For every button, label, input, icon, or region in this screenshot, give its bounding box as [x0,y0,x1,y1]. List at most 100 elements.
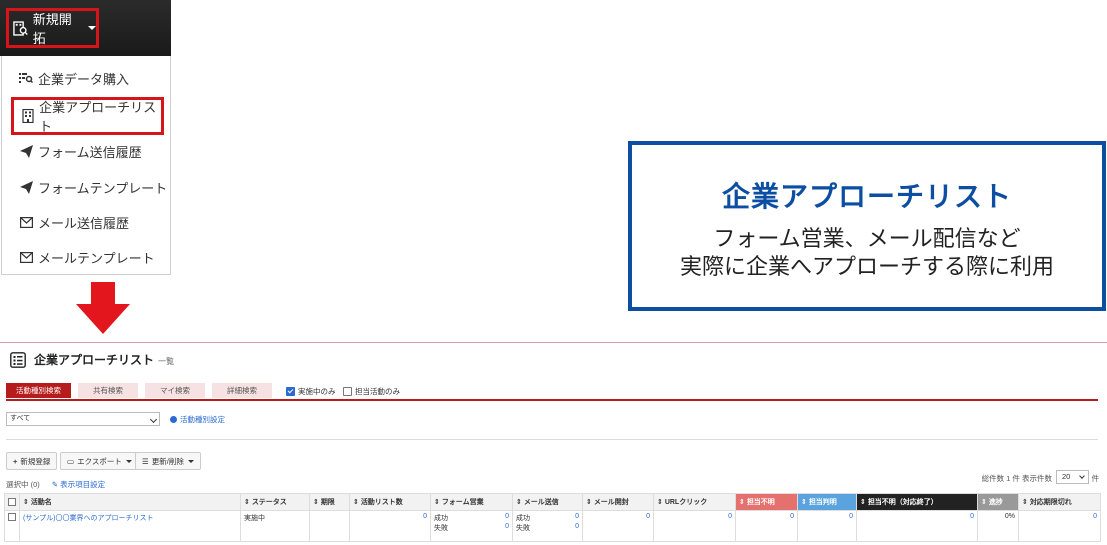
select-value: すべて [10,415,31,422]
building-search-icon [13,20,28,36]
total-count-text: 総件数 1 件 表示件数 [981,474,1052,483]
page-title: 企業アプローチリスト [34,353,155,367]
unknown-closed-cell[interactable]: 0 [856,510,978,542]
menu-item-company-data-purchase[interactable]: 企業データ購入 [2,60,170,96]
list-search-icon [19,71,33,85]
menu-item-mail-template[interactable]: メールテンプレート [2,239,170,275]
checkbox-label: 実施中のみ [298,387,336,396]
dropdown-menu: 企業データ購入 企業アプローチリスト フォーム送信履歴 フォームテンプレート メ… [1,56,171,275]
callout-line: フォーム営業、メール配信など [713,226,1021,251]
row-checkbox[interactable] [4,510,20,542]
link-label: 活動種別設定 [180,415,225,424]
gear-icon [170,416,177,423]
divider [6,439,1098,440]
down-arrow-icon [76,282,130,334]
column-header[interactable]: ⇕ フォーム営業 [430,493,513,511]
checkbox-icon [343,387,352,396]
column-header[interactable]: ⇕ 期限 [309,493,350,511]
page-subtitle: 一覧 [158,356,175,366]
new-register-button[interactable]: + 新規登録 [6,452,58,470]
menu-item-label: フォーム送信履歴 [38,144,142,160]
button-label: 更新/削除 [151,456,184,466]
caret-down-icon [88,26,96,30]
activity-type-settings-link[interactable]: 活動種別設定 [170,414,225,425]
column-header[interactable]: ⇕ メール送信 [512,493,583,511]
menu-item-label: メール送信履歴 [38,215,130,231]
mine-only-checkbox[interactable]: 担当活動のみ [343,386,400,397]
column-header[interactable]: ⇕ 活動名 [19,493,241,511]
send-icon [19,180,33,194]
approach-list-page: 企業アプローチリスト 一覧 活動種別検索 共有検索 マイ検索 詳細検索 実施中の… [0,342,1107,545]
deadline-cell [309,510,350,542]
mail-send-cell: 成功 0 失敗 0 [512,510,583,542]
mail-icon [19,250,33,264]
activity-name-link[interactable]: (サンプル)〇〇業界へのアプローチリスト [19,510,241,542]
search-tabs: 活動種別検索 共有検索 マイ検索 詳細検索 [6,383,279,398]
column-header[interactable]: ⇕ 活動リスト数 [349,493,431,511]
menu-item-form-send-history[interactable]: フォーム送信履歴 [2,133,170,169]
tab-shared-search[interactable]: 共有検索 [78,383,138,398]
column-header[interactable]: ⇕ 対応期限切れ [1018,493,1101,511]
plus-icon: + [13,456,18,466]
button-label: エクスポート [77,456,122,466]
activity-type-select[interactable]: すべて [6,412,160,426]
form-sales-cell: 成功 0 失敗 0 [430,510,513,542]
column-header[interactable]: ⇕ 担当不明 [735,493,798,511]
caret-down-icon [187,459,194,463]
unknown-cell[interactable]: 0 [735,510,798,542]
column-header[interactable]: ⇕ 進捗 [977,493,1019,511]
column-header[interactable]: ⇕ 担当判明 [797,493,857,511]
top-nav-bar: 新規開拓 [0,0,171,56]
menu-item-form-template[interactable]: フォームテンプレート [2,169,170,205]
approach-list-table: ⇕ 活動名 ⇕ ステータス ⇕ 期限 ⇕ 活動リスト数 ⇕ フォーム営業 ⇕ メ… [4,493,1101,542]
column-header[interactable]: ⇕ URLクリック [653,493,736,511]
file-icon: ▭ [67,456,75,466]
select-all-checkbox[interactable] [4,493,20,511]
mail-icon [19,215,33,229]
building-icon [21,109,34,123]
menu-item-company-approach-list[interactable]: 企業アプローチリスト [11,97,164,135]
unit-label: 件 [1091,474,1100,483]
checkbox-checked-icon [286,387,295,396]
selection-row: 選択中 (0) ✎ 表示項目設定 [6,479,105,490]
export-button[interactable]: ▭ エクスポート [60,452,139,470]
chevron-down-icon [149,415,158,424]
table-header-row: ⇕ 活動名 ⇕ ステータス ⇕ 期限 ⇕ 活動リスト数 ⇕ フォーム営業 ⇕ メ… [4,493,1101,511]
status-cell: 実施中 [240,510,310,542]
mail-open-cell[interactable]: 0 [582,510,654,542]
menu-item-label: 企業アプローチリスト [39,100,157,134]
menu-item-mail-send-history[interactable]: メール送信履歴 [2,204,170,240]
chevron-down-icon [1079,473,1085,479]
link-label: 表示項目設定 [60,480,106,489]
display-settings-link[interactable]: ✎ 表示項目設定 [52,479,105,490]
tabs-underline [6,399,1098,401]
send-icon [19,144,33,158]
update-delete-button[interactable]: ☰ 更新/削除 [135,452,201,470]
checkbox-label: 担当活動のみ [355,387,400,396]
url-click-cell[interactable]: 0 [653,510,736,542]
new-development-menu-button[interactable]: 新規開拓 [6,8,99,48]
page-size-select[interactable]: 20 [1056,470,1089,484]
tab-activity-type-search[interactable]: 活動種別検索 [6,383,71,398]
menu-button-label: 新規開拓 [32,12,72,46]
feature-callout: 企業アプローチリスト フォーム営業、メール配信など 実際に企業へアプローチする際… [628,141,1106,311]
progress-cell: 0% [977,510,1019,542]
column-header[interactable]: ⇕ 担当不明（対応終了） [856,493,978,511]
list-icon: ☰ [142,456,149,466]
column-header[interactable]: ⇕ メール開封 [582,493,654,511]
select-value: 20 [1062,472,1071,481]
known-cell[interactable]: 0 [797,510,857,542]
active-only-checkbox[interactable]: 実施中のみ [286,386,336,397]
tab-detail-search[interactable]: 詳細検索 [212,383,272,398]
callout-title: 企業アプローチリスト [721,181,1012,212]
overdue-cell[interactable]: 0 [1018,510,1101,542]
list-count-cell[interactable]: 0 [349,510,431,542]
selected-count: 選択中 (0) [6,480,40,489]
table-row: (サンプル)〇〇業界へのアプローチリスト 実施中 0 成功 0 失敗 0 成功 0 失… [4,510,1101,542]
caret-down-icon [125,459,132,463]
button-label: 新規登録 [20,456,51,466]
list-icon [10,351,26,368]
callout-line: 実際に企業へアプローチする際に利用 [679,254,1054,279]
tab-my-search[interactable]: マイ検索 [145,383,205,398]
column-header[interactable]: ⇕ ステータス [240,493,310,511]
